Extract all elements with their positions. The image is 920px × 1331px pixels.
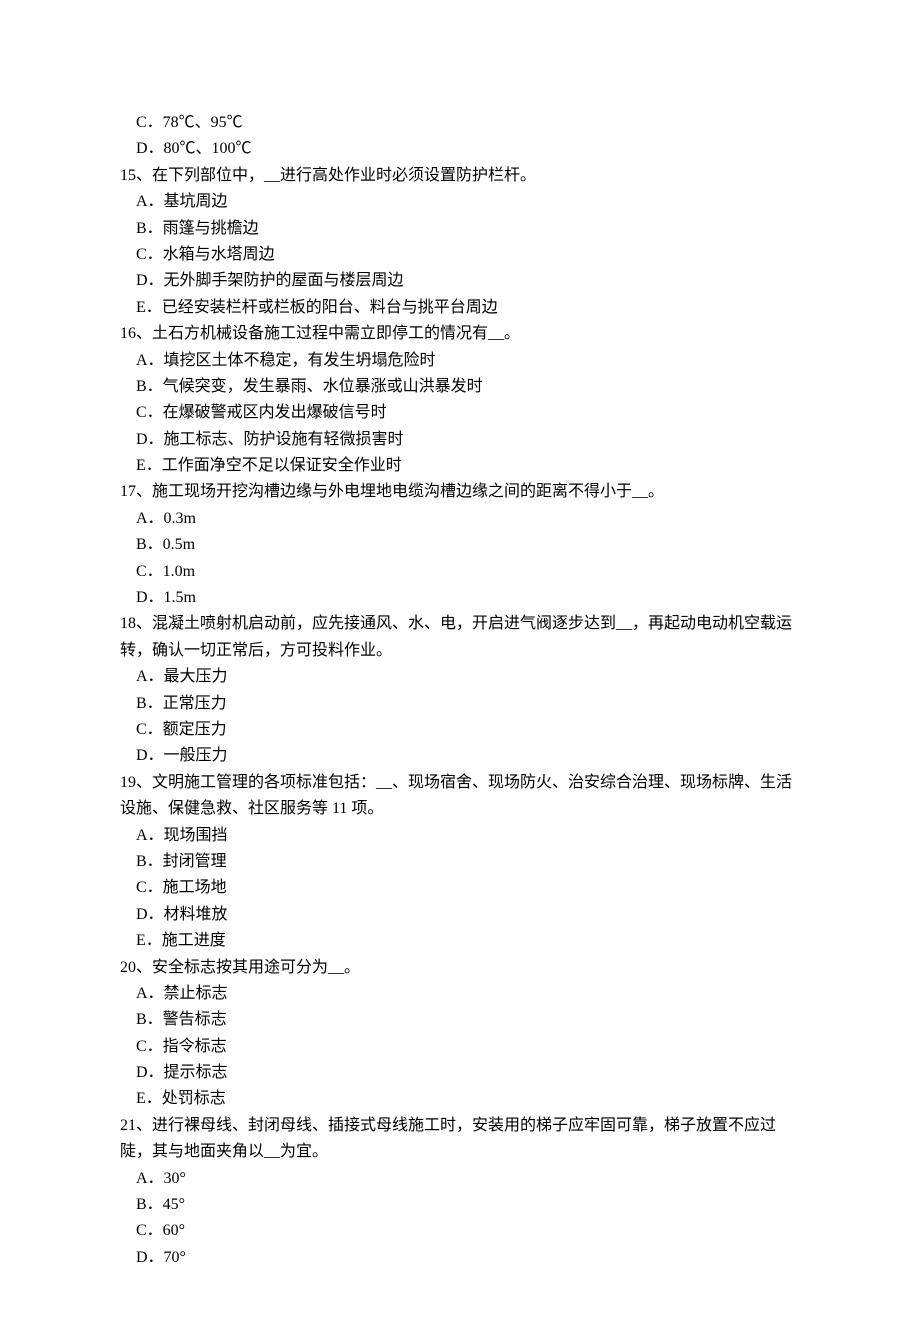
question-text: 18、混凝土喷射机启动前，应先接通风、水、电，开启进气阀逐步达到__，再起动电动… — [120, 611, 800, 664]
answer-option: E．工作面净空不足以保证安全作业时 — [120, 453, 800, 479]
question-text: 19、文明施工管理的各项标准包括：__、现场宿舍、现场防火、治安综合治理、现场标… — [120, 770, 800, 823]
question-text: 21、进行裸母线、封闭母线、插接式母线施工时，安装用的梯子应牢固可靠，梯子放置不… — [120, 1113, 800, 1166]
answer-option: B．气候突变，发生暴雨、水位暴涨或山洪暴发时 — [120, 374, 800, 400]
answer-option: D．80℃、100℃ — [120, 136, 800, 162]
answer-option: A．填挖区土体不稳定，有发生坍塌危险时 — [120, 348, 800, 374]
answer-option: C．施工场地 — [120, 875, 800, 901]
question-text: 15、在下列部位中，__进行高处作业时必须设置防护栏杆。 — [120, 163, 800, 189]
answer-option: C．60° — [120, 1218, 800, 1244]
answer-option: E．已经安装栏杆或栏板的阳台、料台与挑平台周边 — [120, 295, 800, 321]
answer-option: D．施工标志、防护设施有轻微损害时 — [120, 427, 800, 453]
answer-option: A．禁止标志 — [120, 981, 800, 1007]
answer-option: C．78℃、95℃ — [120, 110, 800, 136]
question-text: 17、施工现场开挖沟槽边缘与外电埋地电缆沟槽边缘之间的距离不得小于__。 — [120, 479, 800, 505]
answer-option: C．指令标志 — [120, 1034, 800, 1060]
answer-option: A．现场围挡 — [120, 823, 800, 849]
answer-option: B．正常压力 — [120, 691, 800, 717]
answer-option: E．处罚标志 — [120, 1086, 800, 1112]
answer-option: B．0.5m — [120, 532, 800, 558]
exam-page: C．78℃、95℃D．80℃、100℃15、在下列部位中，__进行高处作业时必须… — [0, 0, 920, 1331]
answer-option: D．一般压力 — [120, 743, 800, 769]
answer-option: E．施工进度 — [120, 928, 800, 954]
answer-option: C．水箱与水塔周边 — [120, 242, 800, 268]
answer-option: D．提示标志 — [120, 1060, 800, 1086]
answer-option: D．无外脚手架防护的屋面与楼层周边 — [120, 268, 800, 294]
answer-option: C．额定压力 — [120, 717, 800, 743]
answer-option: A．0.3m — [120, 506, 800, 532]
answer-option: B．雨篷与挑檐边 — [120, 216, 800, 242]
answer-option: C．1.0m — [120, 559, 800, 585]
answer-option: A．基坑周边 — [120, 189, 800, 215]
question-text: 20、安全标志按其用途可分为__。 — [120, 955, 800, 981]
answer-option: A．最大压力 — [120, 664, 800, 690]
answer-option: D．材料堆放 — [120, 902, 800, 928]
answer-option: B．45° — [120, 1192, 800, 1218]
answer-option: B．警告标志 — [120, 1007, 800, 1033]
answer-option: C．在爆破警戒区内发出爆破信号时 — [120, 400, 800, 426]
question-text: 16、土石方机械设备施工过程中需立即停工的情况有__。 — [120, 321, 800, 347]
answer-option: B．封闭管理 — [120, 849, 800, 875]
answer-option: A．30° — [120, 1166, 800, 1192]
answer-option: D．70° — [120, 1245, 800, 1271]
answer-option: D．1.5m — [120, 585, 800, 611]
